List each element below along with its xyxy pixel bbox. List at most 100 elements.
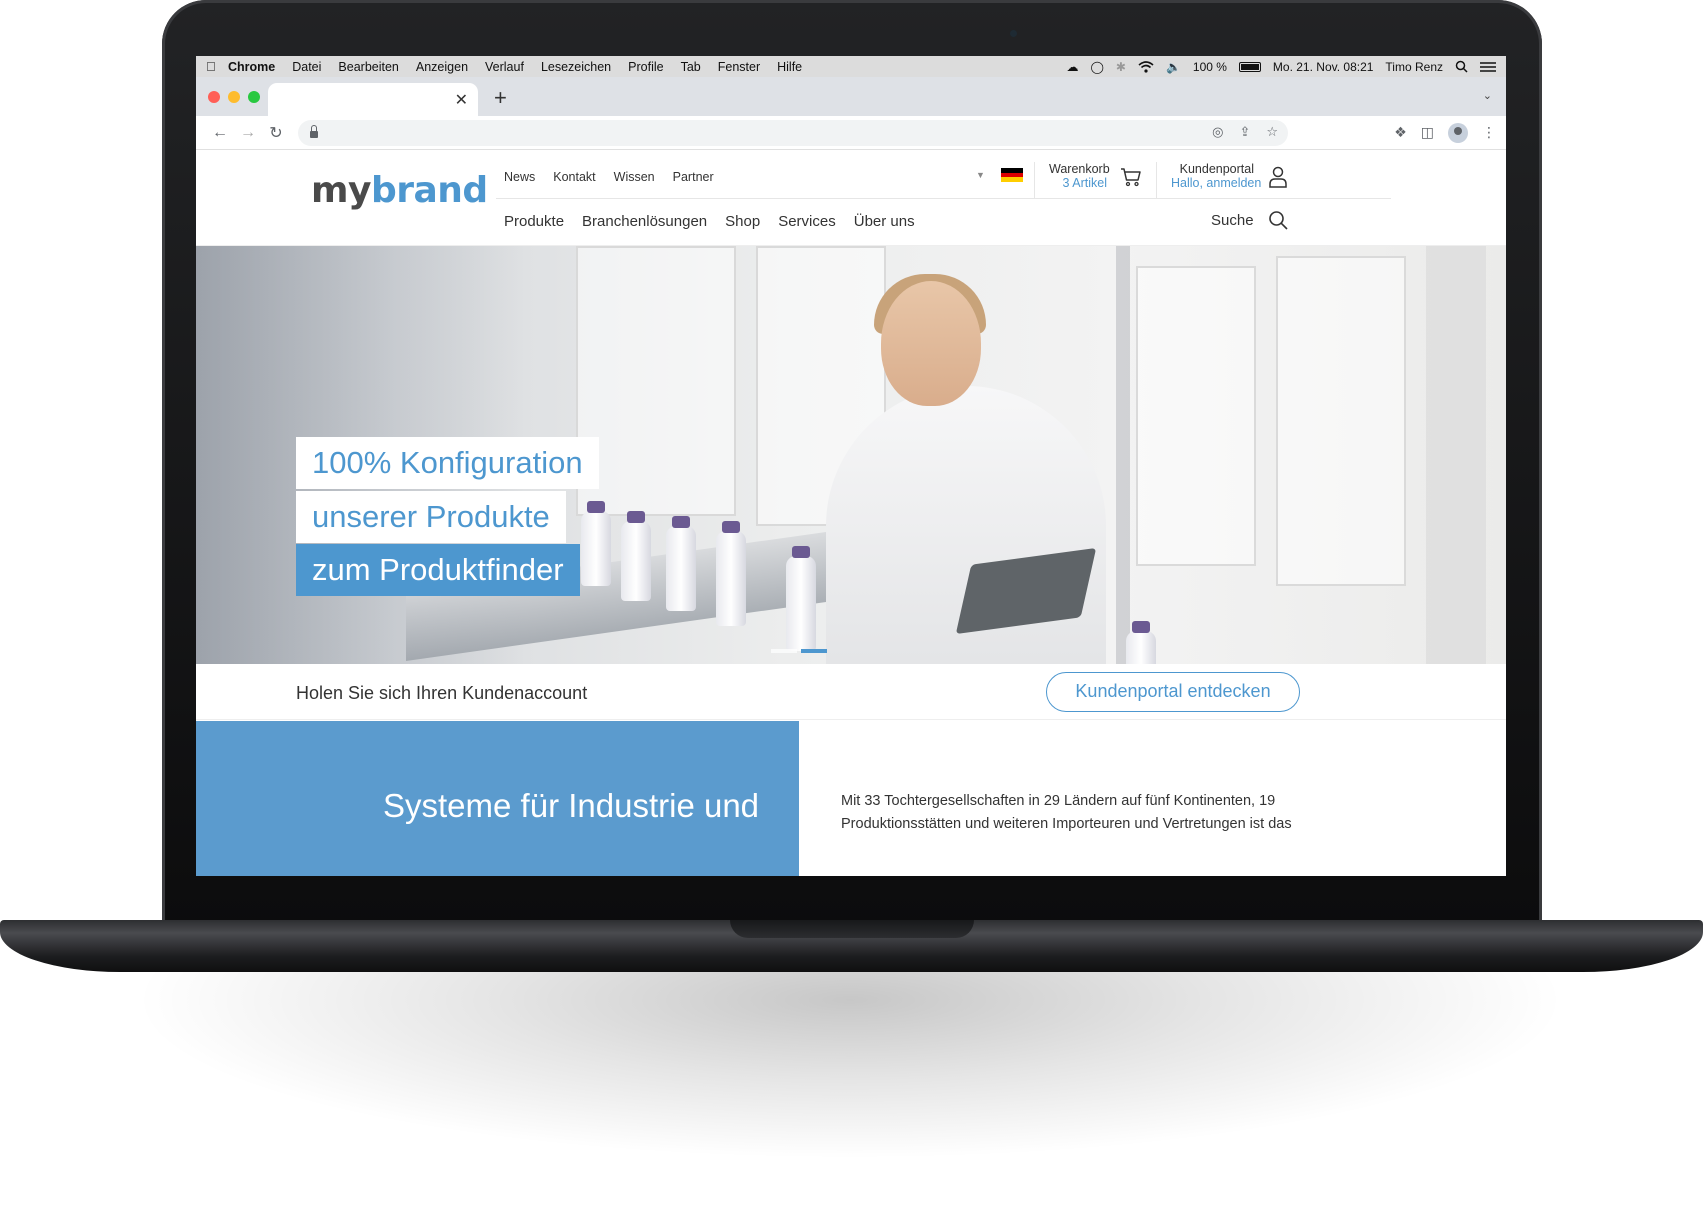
hero-bottle xyxy=(786,546,816,651)
browser-tab[interactable]: ✕ xyxy=(268,83,478,116)
menu-item[interactable]: Verlauf xyxy=(485,60,524,74)
side-panel-icon[interactable]: ◫ xyxy=(1421,124,1434,141)
hero-headline-1: 100% Konfiguration xyxy=(296,437,599,489)
maximize-window-button[interactable] xyxy=(248,91,260,103)
nav-shop[interactable]: Shop xyxy=(725,213,760,230)
battery-icon[interactable] xyxy=(1238,61,1261,72)
hero-bottle xyxy=(716,521,746,626)
chrome-tabstrip: ✕ + ⌄ xyxy=(196,77,1506,116)
german-flag-icon xyxy=(1000,168,1023,183)
password-icon[interactable]: ◯ xyxy=(1090,60,1103,74)
minimize-window-button[interactable] xyxy=(228,91,240,103)
hero-window xyxy=(1136,266,1256,566)
nav-produkte[interactable]: Produkte xyxy=(504,213,564,230)
close-window-button[interactable] xyxy=(208,91,220,103)
back-button[interactable]: ← xyxy=(206,124,234,142)
search-label: Suche xyxy=(1211,211,1254,229)
top-nav-kontakt[interactable]: Kontakt xyxy=(553,170,595,184)
menu-item[interactable]: Hilfe xyxy=(777,60,802,74)
chrome-menu-icon[interactable]: ⋮ xyxy=(1482,124,1496,141)
menu-item[interactable]: Bearbeiten xyxy=(338,60,398,74)
macos-menubar:  Chrome Datei Bearbeiten Anzeigen Verla… xyxy=(196,56,1506,77)
bookmark-star-icon[interactable]: ☆ xyxy=(1266,124,1278,140)
header-divider xyxy=(496,198,1391,199)
user-icon xyxy=(1269,166,1287,188)
logo-brand: brand xyxy=(370,170,488,211)
intro-text: Mit 33 Tochtergesellschaften in 29 Lände… xyxy=(841,793,1292,832)
nav-ueber-uns[interactable]: Über uns xyxy=(854,213,915,230)
tab-close-icon[interactable]: ✕ xyxy=(455,90,468,110)
intro-panel: Systeme für Industrie und xyxy=(196,721,799,876)
laptop-notch xyxy=(730,920,974,938)
hero-bottle xyxy=(666,516,696,611)
reload-button[interactable]: ↻ xyxy=(262,123,290,143)
language-selector[interactable]: ▼ xyxy=(976,168,1023,183)
menu-item[interactable]: Lesezeichen xyxy=(541,60,611,74)
bluetooth-icon[interactable]: ✱ xyxy=(1116,60,1126,74)
top-nav-wissen[interactable]: Wissen xyxy=(614,170,655,184)
camera xyxy=(1010,30,1017,37)
battery-percent: 100 % xyxy=(1192,59,1227,74)
hero-bottle xyxy=(1126,621,1156,664)
main-nav: Produkte Branchenlösungen Shop Services … xyxy=(504,213,915,230)
hero-window xyxy=(576,246,736,516)
section-heading: Systeme für Industrie und xyxy=(383,787,760,824)
menu-item[interactable]: Fenster xyxy=(718,60,760,74)
forward-button[interactable]: → xyxy=(234,124,262,142)
menu-item[interactable]: Tab xyxy=(681,60,701,74)
hero-person-head xyxy=(881,281,981,406)
site-header: mybrand News Kontakt Wissen Partner ▼ Wa… xyxy=(196,150,1506,246)
extensions-icon[interactable]: ❖ xyxy=(1394,124,1407,141)
wifi-icon[interactable] xyxy=(1138,60,1154,73)
hero-window xyxy=(1276,256,1406,586)
spotlight-icon[interactable] xyxy=(1455,60,1468,73)
customer-portal-widget[interactable]: Kundenportal Hallo, anmelden xyxy=(1156,162,1306,198)
tab-search-icon[interactable]: ⌄ xyxy=(1483,89,1492,102)
nav-branchenloesungen[interactable]: Branchenlösungen xyxy=(582,213,707,230)
hero-pillar xyxy=(1426,246,1486,664)
menubar-status: ☁ ◯ ✱ 🔈 100 % Mo. 21. Nov. 08:21 Timo Re… xyxy=(1066,60,1496,74)
omnibox-actions: ◎ ⇪ ☆ xyxy=(1212,124,1278,140)
cart-widget[interactable]: Warenkorb 3 Artikel xyxy=(1034,162,1154,198)
volume-icon[interactable]: 🔈 xyxy=(1166,60,1181,74)
apple-icon[interactable]:  xyxy=(206,59,228,74)
nav-services[interactable]: Services xyxy=(778,213,836,230)
hero-bottle xyxy=(581,501,611,586)
screen:  Chrome Datei Bearbeiten Anzeigen Verla… xyxy=(196,56,1506,876)
menu-app-name[interactable]: Chrome xyxy=(228,60,275,74)
share-icon[interactable]: ⇪ xyxy=(1239,124,1250,140)
brand-logo[interactable]: mybrand xyxy=(311,170,488,211)
address-bar[interactable]: ◎ ⇪ ☆ xyxy=(298,119,1288,146)
menu-item[interactable]: Datei xyxy=(292,60,321,74)
product-finder-button[interactable]: zum Produktfinder xyxy=(296,544,580,596)
cloud-icon[interactable]: ☁ xyxy=(1066,60,1078,74)
menu-item[interactable]: Anzeigen xyxy=(416,60,468,74)
slider-dot[interactable] xyxy=(771,649,797,653)
search-icon xyxy=(1268,211,1288,230)
chevron-down-icon: ▼ xyxy=(976,170,985,180)
portal-login[interactable]: Hallo, anmelden xyxy=(1171,176,1261,190)
top-nav-partner[interactable]: Partner xyxy=(673,170,714,184)
menu-item[interactable]: Profile xyxy=(628,60,663,74)
top-nav: News Kontakt Wissen Partner xyxy=(504,170,714,184)
new-tab-button[interactable]: + xyxy=(494,85,507,111)
hero-pillar xyxy=(1116,246,1130,664)
lock-icon[interactable] xyxy=(310,125,318,138)
account-teaser-text: Holen Sie sich Ihren Kundenaccount xyxy=(296,683,588,703)
profile-avatar-icon[interactable] xyxy=(1448,122,1468,143)
cart-count: 3 Artikel xyxy=(1062,176,1107,190)
laptop-shadow xyxy=(130,960,1570,1160)
slider-dots xyxy=(771,649,827,653)
menubar-user[interactable]: Timo Renz xyxy=(1385,60,1443,74)
search-trigger[interactable]: Suche xyxy=(1211,210,1288,230)
lens-icon[interactable]: ◎ xyxy=(1212,124,1223,140)
menubar-datetime[interactable]: Mo. 21. Nov. 08:21 xyxy=(1273,60,1374,74)
window-controls xyxy=(208,91,260,103)
top-nav-news[interactable]: News xyxy=(504,170,535,184)
slider-dot-active[interactable] xyxy=(801,649,827,653)
hero-headline-2: unserer Produkte xyxy=(296,491,566,543)
control-center-icon[interactable] xyxy=(1480,61,1496,73)
discover-portal-button[interactable]: Kundenportal entdecken xyxy=(1046,672,1300,712)
account-bar: Holen Sie sich Ihren Kundenaccount Kunde… xyxy=(196,664,1506,720)
cart-icon xyxy=(1121,168,1141,187)
